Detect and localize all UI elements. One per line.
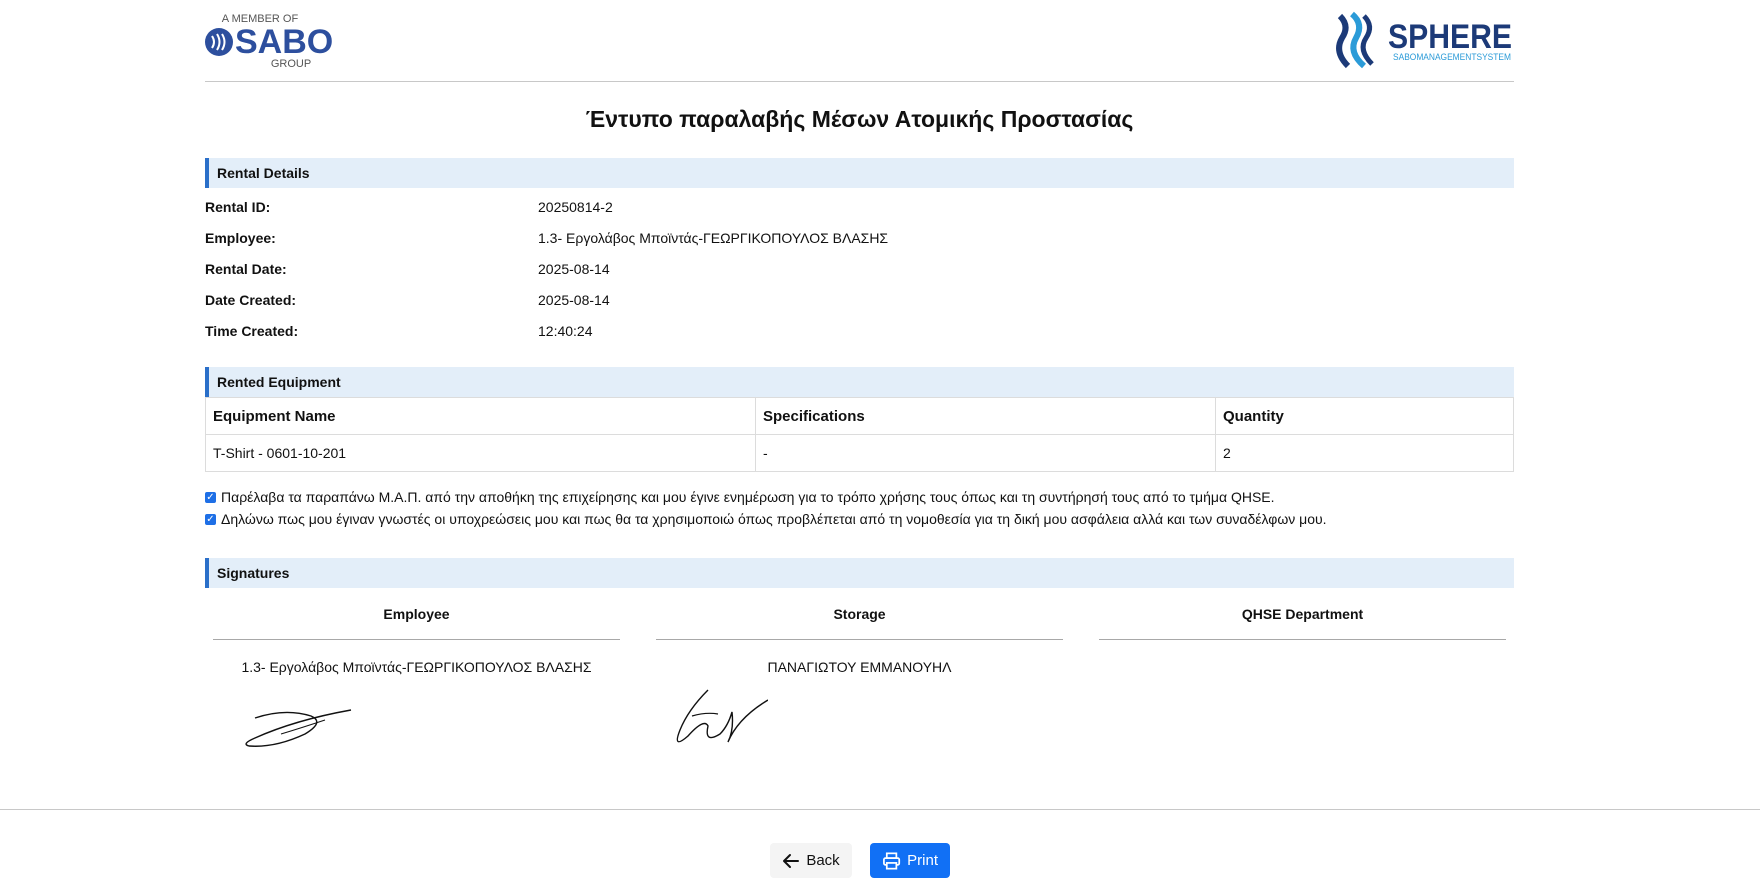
signatures-heading: Signatures [205, 558, 1514, 588]
signature-role: QHSE Department [1241, 606, 1364, 622]
signature-block-storage: Storage ΠΑΝΑΓΙΩΤΟΥ ΕΜΜΑΝΟΥΗΛ [656, 602, 1063, 756]
signature-name: ΠΑΝΑΓΙΩΤΟΥ ΕΜΜΑΝΟΥΗΛ [767, 659, 952, 675]
equipment-table: Equipment Name Specifications Quantity T… [205, 397, 1514, 472]
checkbox-checked-icon[interactable]: ✓ [205, 491, 216, 503]
signature-name: 1.3- Εργολάβος Μποϊντάς-ΓΕΩΡΓΙΚΟΠΟΥΛΟΣ Β… [241, 659, 592, 675]
signature-block-qhse: QHSE Department [1099, 602, 1506, 756]
arrow-left-icon [783, 853, 800, 868]
page-header: A MEMBER OF SABO GROUP SPHERE SABOMANAGE… [205, 0, 1514, 82]
action-bar: Back Print [770, 843, 950, 878]
cell-equipment-name: T-Shirt - 0601-10-201 [205, 434, 756, 472]
sphere-subtitle: SABOMANAGEMENTSYSTEM [1393, 52, 1511, 62]
detail-value: 2025-08-14 [538, 292, 610, 308]
signature-divider [1099, 639, 1506, 640]
page-title: Έντυπο παραλαβής Μέσων Ατομικής Προστασί… [585, 106, 1134, 132]
rental-details-heading: Rental Details [205, 158, 1514, 188]
detail-row-time-created: Time Created: 12:40:24 [205, 316, 1514, 347]
declaration-item: ✓ Δηλώνω πως μου έγιναν γνωστές οι υποχρ… [205, 508, 1514, 530]
column-header-specifications: Specifications [755, 397, 1216, 435]
detail-row-rental-id: Rental ID: 20250814-2 [205, 192, 1514, 223]
detail-label: Employee: [205, 230, 276, 246]
detail-value: 1.3- Εργολάβος Μποϊντάς-ΓΕΩΡΓΙΚΟΠΟΥΛΟΣ Β… [538, 230, 889, 246]
sphere-logo: SPHERE SABOMANAGEMENTSYSTEM [1336, 11, 1512, 69]
print-button[interactable]: Print [870, 843, 950, 878]
cell-specifications: - [755, 434, 1216, 472]
detail-label: Date Created: [205, 292, 297, 308]
cell-quantity: 2 [1215, 434, 1514, 472]
sabo-name: SABO [235, 23, 333, 61]
table-header-row: Equipment Name Specifications Quantity [205, 397, 1514, 435]
checkbox-checked-icon[interactable]: ✓ [205, 513, 216, 525]
signature-divider [656, 639, 1063, 640]
signatures: Employee 1.3- Εργολάβος Μποϊντάς-ΓΕΩΡΓΙΚ… [205, 602, 1514, 756]
detail-label: Rental ID: [205, 199, 271, 215]
signature-block-employee: Employee 1.3- Εργολάβος Μποϊντάς-ΓΕΩΡΓΙΚ… [213, 602, 620, 756]
footer-divider [0, 809, 1760, 810]
sphere-name: SPHERE [1388, 18, 1512, 56]
detail-value: 20250814-2 [538, 199, 613, 215]
storage-signature-image [676, 689, 768, 743]
detail-label: Rental Date: [205, 261, 287, 277]
sabo-group-logo: A MEMBER OF SABO GROUP [205, 13, 333, 70]
detail-label: Time Created: [205, 323, 299, 339]
table-row: T-Shirt - 0601-10-201 - 2 [205, 434, 1514, 472]
printer-icon [883, 851, 901, 870]
signature-divider [213, 639, 620, 640]
rental-form-page: A MEMBER OF SABO GROUP SPHERE SABOMANAGE… [205, 0, 1514, 756]
column-header-equipment-name: Equipment Name [205, 397, 756, 435]
signature-name [1099, 658, 1506, 676]
declaration-text: Δηλώνω πως μου έγιναν γνωστές οι υποχρεώ… [221, 511, 1327, 527]
sphere-sub-b: MANAGEMENT [1416, 52, 1477, 62]
signature-role: Storage [833, 606, 886, 622]
sabo-group-text: GROUP [271, 58, 311, 70]
declaration-text: Παρέλαβα τα παραπάνω Μ.Α.Π. από την αποθ… [221, 489, 1275, 505]
rented-equipment-heading: Rented Equipment [205, 367, 1514, 397]
signature-role: Employee [383, 606, 450, 622]
employee-signature-image [245, 709, 352, 747]
rental-details: Rental ID: 20250814-2 Employee: 1.3- Εργ… [205, 192, 1514, 347]
detail-row-rental-date: Rental Date: 2025-08-14 [205, 254, 1514, 285]
declarations: ✓ Παρέλαβα τα παραπάνω Μ.Α.Π. από την απ… [205, 486, 1514, 530]
detail-row-employee: Employee: 1.3- Εργολάβος Μποϊντάς-ΓΕΩΡΓΙ… [205, 223, 1514, 254]
sphere-sub-c: SYSTEM [1476, 52, 1511, 62]
column-header-quantity: Quantity [1215, 397, 1514, 435]
print-button-label: Print [907, 852, 938, 869]
back-button[interactable]: Back [770, 843, 852, 878]
detail-row-date-created: Date Created: 2025-08-14 [205, 285, 1514, 316]
detail-value: 12:40:24 [538, 323, 593, 339]
back-button-label: Back [806, 852, 840, 869]
declaration-item: ✓ Παρέλαβα τα παραπάνω Μ.Α.Π. από την απ… [205, 486, 1514, 508]
detail-value: 2025-08-14 [538, 261, 610, 277]
sphere-sub-a: SABO [1393, 52, 1416, 62]
